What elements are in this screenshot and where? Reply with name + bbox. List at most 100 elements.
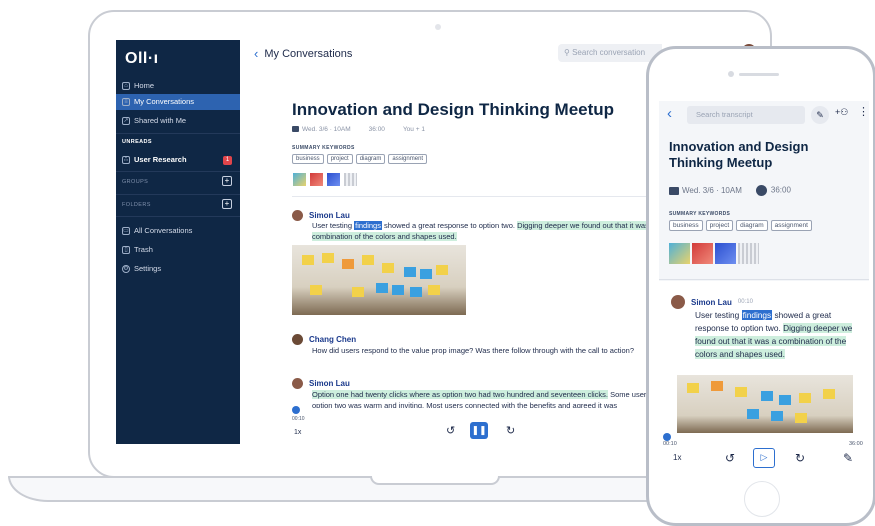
image-thumbnail[interactable] [292,172,307,187]
phone-speaker [739,73,779,76]
home-icon: ⌂ [122,82,130,90]
playback-speed[interactable]: 1x [294,429,301,436]
keywords-heading: SUMMARY KEYWORDS [669,211,731,217]
search-placeholder: Search conversation [572,48,646,57]
chevron-left-icon: ‹ [254,46,259,61]
keyword-chip[interactable]: diagram [355,154,386,164]
keyword-chip[interactable]: assignment [388,154,428,164]
total-time: 36:00 [849,441,863,447]
image-thumbnail[interactable] [326,172,341,187]
meeting-date: Wed. 3/6 · 10AM [669,186,742,195]
image-thumbnail[interactable] [692,243,713,264]
mobile-app: ‹ Search transcript ✎ +⚇ ⋮ Innovation an… [659,101,869,473]
folders-heading: FOLDERS [122,202,151,208]
meeting-participants[interactable]: You + 1 [403,126,425,133]
group-icon: ∴ [122,156,130,164]
transcript-paragraph: User testing findings showed a great res… [695,310,853,359]
pencil-icon[interactable]: ✎ [811,106,829,124]
sidebar-item-trash[interactable]: ▯ Trash [116,242,240,258]
groups-heading: GROUPS [122,179,149,185]
rewind-icon[interactable]: ↺ [725,451,735,465]
meeting-date: Wed. 3/6 · 10AM [292,126,351,133]
keyword-chip[interactable]: project [326,154,353,164]
highlight-pen-icon[interactable]: ✎ [843,451,853,465]
sidebar-item-label: Trash [134,245,153,254]
meeting-meta: Wed. 3/6 · 10AM 36:00 You + 1 [292,126,425,133]
add-person-icon[interactable]: +⚇ [835,107,848,118]
transcript-search-input[interactable]: Search transcript [687,106,805,124]
folder-icon: ▭ [122,227,130,235]
image-thumbnail[interactable] [343,172,358,187]
avatar [292,378,303,389]
unread-badge: 1 [223,156,232,165]
chevron-left-icon[interactable]: ‹ [667,105,672,122]
back-label: My Conversations [264,47,353,60]
playback-speed[interactable]: 1x [673,453,681,462]
avatar [292,334,303,345]
sidebar-item-shared[interactable]: ↗ Shared with Me [116,113,240,129]
sidebar-divider [116,216,240,217]
divider [292,196,662,197]
divider [659,279,869,280]
image-thumbnails [292,172,358,187]
sidebar-divider [116,194,240,195]
scrubber-handle[interactable] [292,406,300,414]
image-thumbnail[interactable] [715,243,736,264]
rewind-icon[interactable]: ↺ [446,424,455,437]
avatar [671,295,685,309]
image-thumbnail[interactable] [309,172,324,187]
calendar-icon [669,186,679,195]
transcript-photo[interactable] [677,375,853,433]
sidebar-item-all-conversations[interactable]: ▭ All Conversations [116,223,240,239]
keyword-chip[interactable]: assignment [770,220,812,231]
keyword-chip[interactable]: project [705,220,734,231]
clock-icon [755,185,767,196]
add-folder-button[interactable]: + [222,199,232,209]
play-button[interactable]: ▷ [753,448,775,468]
sidebar-item-label: Shared with Me [134,116,187,125]
speaker-timestamp: 00:10 [737,299,753,305]
add-group-button[interactable]: + [222,176,232,186]
image-thumbnail[interactable] [738,243,759,264]
speaker-name: Simon Lau [292,378,350,389]
current-time: 00:10 [663,441,677,447]
gear-icon: ⚙ [122,265,130,273]
desktop-app: Oll·ı ⌂ Home ≡ My Conversations ↗ Shared… [116,40,662,444]
laptop-camera [435,24,441,30]
share-icon: ↗ [122,117,130,125]
keywords-heading: SUMMARY KEYWORDS [292,145,355,151]
sidebar-item-label: Home [134,81,155,90]
image-thumbnails [669,243,759,264]
sidebar-item-home[interactable]: ⌂ Home [116,78,240,94]
home-button[interactable] [744,481,780,517]
more-icon[interactable]: ⋮ [858,105,869,118]
forward-icon[interactable]: ↻ [506,424,515,437]
keyword-list: business project diagram assignment [292,154,428,164]
pause-button[interactable]: ❚❚ [470,422,488,439]
transcript-paragraph: How did users respond to the value prop … [312,346,634,355]
sidebar-item-label: My Conversations [134,97,195,106]
mobile-transcript: Simon Lau 00:10 User testing findings sh… [659,281,869,473]
mobile-player: 00:10 36:00 1x ↺ ▷ ↻ ✎ [659,433,869,473]
sidebar-item-settings[interactable]: ⚙ Settings [116,261,240,277]
sidebar-item-my-conversations[interactable]: ≡ My Conversations [116,94,240,110]
transcript-photo[interactable] [292,245,466,315]
page-title: Innovation and Design Thinking Meetup [292,100,615,119]
image-thumbnail[interactable] [669,243,690,264]
sidebar-divider [116,171,240,172]
sidebar: Oll·ı ⌂ Home ≡ My Conversations ↗ Shared… [116,40,240,444]
speaker-name: Chang Chen [292,334,356,345]
laptop-notch [370,476,500,485]
app-logo[interactable]: Oll·ı [125,50,159,68]
sidebar-item-user-research[interactable]: ∴ User Research [116,152,240,168]
forward-icon[interactable]: ↻ [795,451,805,465]
keyword-chip[interactable]: business [292,154,324,164]
keyword-chip[interactable]: business [669,220,703,231]
keyword-chip[interactable]: diagram [736,220,768,231]
back-button[interactable]: ‹ My Conversations [254,46,352,61]
search-input[interactable]: ⚲ Search conversation [558,44,662,62]
trash-icon: ▯ [122,246,130,254]
scrubber-handle[interactable] [663,433,671,441]
meeting-duration: 36:00 [368,126,385,133]
page-title: Innovation and Design Thinking Meetup [669,139,809,170]
